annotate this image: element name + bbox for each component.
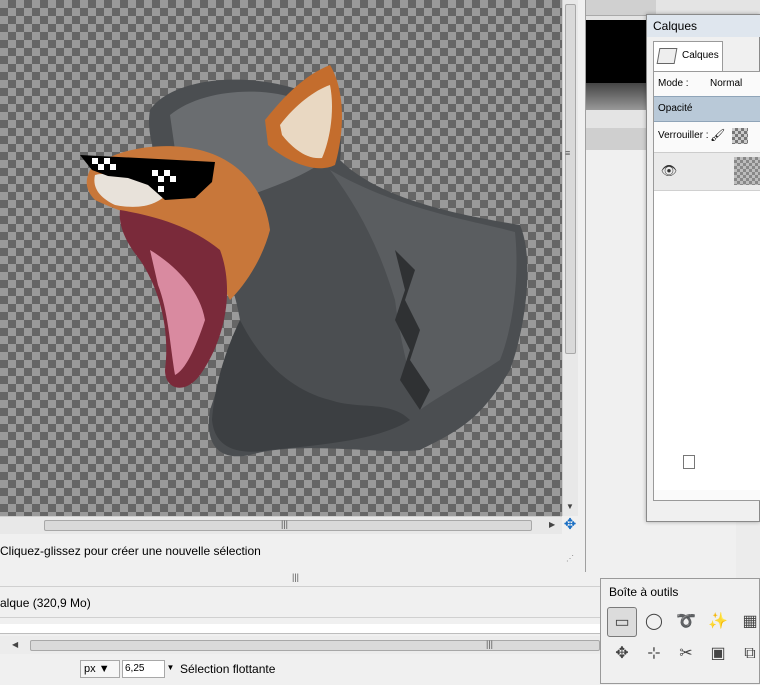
dock-title: Calques bbox=[647, 15, 760, 37]
chevron-down-icon[interactable]: ▼ bbox=[164, 660, 176, 678]
opacity-label: Opacité bbox=[658, 103, 693, 114]
opacity-slider[interactable]: Opacité bbox=[654, 96, 760, 122]
scroll-down-icon[interactable]: ▼ bbox=[566, 502, 574, 511]
lock-pixels-icon[interactable]: 🖌 bbox=[710, 128, 725, 142]
vertical-scrollbar[interactable]: ≡ ▼ bbox=[562, 0, 578, 516]
tab-label: Calques bbox=[682, 50, 719, 61]
eye-icon[interactable]: 👁 bbox=[660, 163, 678, 179]
fox-hoodie-image bbox=[80, 65, 528, 457]
layers-panel: Mode : Normal Opacité Verrouiller : 🖌 👁 bbox=[653, 71, 760, 501]
grip-icon: ≡ bbox=[565, 148, 571, 158]
lock-label: Verrouiller : bbox=[658, 130, 709, 141]
rect-select-icon[interactable]: ▭ bbox=[607, 607, 637, 637]
align-icon[interactable]: ⊹ bbox=[639, 639, 669, 669]
color-select-icon[interactable]: ▦ bbox=[735, 607, 760, 637]
transform-icon[interactable]: ▣ bbox=[703, 639, 733, 669]
layer-info: alque (320,9 Mo) bbox=[0, 586, 600, 618]
image-canvas[interactable] bbox=[0, 0, 562, 516]
scroll-left-icon[interactable]: ◀ bbox=[12, 640, 18, 649]
ellipse-select-icon[interactable]: ◯ bbox=[639, 607, 669, 637]
layer-thumbnail bbox=[734, 157, 760, 185]
mode-select[interactable]: Normal bbox=[710, 78, 742, 89]
ruler bbox=[0, 624, 600, 634]
horizontal-scroll-thumb[interactable] bbox=[30, 640, 600, 651]
pane-splitter[interactable]: ||| bbox=[0, 572, 600, 586]
scroll-right-icon[interactable]: ▶ bbox=[549, 520, 555, 529]
grip-icon: ||| bbox=[281, 519, 289, 529]
layer-list: 👁 bbox=[654, 152, 760, 490]
layers-icon bbox=[656, 48, 678, 64]
background-thumbnail bbox=[586, 20, 646, 110]
layer-row[interactable]: 👁 bbox=[654, 153, 760, 191]
image-window: ≡ ▼ ||| ▶ ✥ Cliquez-glissez pour créer u… bbox=[0, 0, 586, 572]
unit-select[interactable]: px ▼ bbox=[80, 660, 120, 678]
lock-alpha-icon[interactable] bbox=[732, 128, 748, 144]
crop-icon[interactable]: ✂ bbox=[671, 639, 701, 669]
navigate-icon[interactable]: ✥ bbox=[562, 516, 578, 534]
scale-icon[interactable]: ⧉ bbox=[735, 639, 760, 669]
toolbox-title: Boîte à outils bbox=[609, 585, 679, 599]
toolbox-tools: ▭ ◯ ➰ ✨ ▦ ✥ ⊹ ✂ ▣ ⧉ bbox=[607, 607, 760, 685]
zoom-value: 6,25 bbox=[125, 663, 145, 674]
resize-grip-icon[interactable]: ⋰ bbox=[566, 554, 574, 563]
new-layer-icon[interactable] bbox=[683, 455, 695, 469]
unit-value: px bbox=[84, 663, 96, 675]
horizontal-scrollbar[interactable]: ◀ ||| bbox=[0, 636, 600, 654]
mode-label: Mode : bbox=[658, 78, 689, 89]
horizontal-scrollbar[interactable]: ||| ▶ bbox=[0, 516, 562, 534]
grip-icon: ||| bbox=[292, 572, 300, 582]
grip-icon: ||| bbox=[486, 639, 494, 649]
move-icon[interactable]: ✥ bbox=[607, 639, 637, 669]
toolbox-window: Boîte à outils ▭ ◯ ➰ ✨ ▦ ✥ ⊹ ✂ ▣ ⧉ bbox=[600, 578, 760, 684]
status-message: Cliquez-glissez pour créer une nouvelle … bbox=[0, 540, 578, 562]
vertical-scroll-thumb[interactable] bbox=[565, 4, 576, 354]
fuzzy-select-icon[interactable]: ✨ bbox=[703, 607, 733, 637]
chevron-down-icon: ▼ bbox=[98, 663, 110, 675]
tab-layers[interactable]: Calques bbox=[653, 41, 723, 71]
lasso-icon[interactable]: ➰ bbox=[671, 607, 701, 637]
selection-status: Sélection flottante bbox=[180, 662, 276, 676]
layers-dock: Calques Calques Mode : Normal Opacité Ve… bbox=[646, 14, 760, 522]
